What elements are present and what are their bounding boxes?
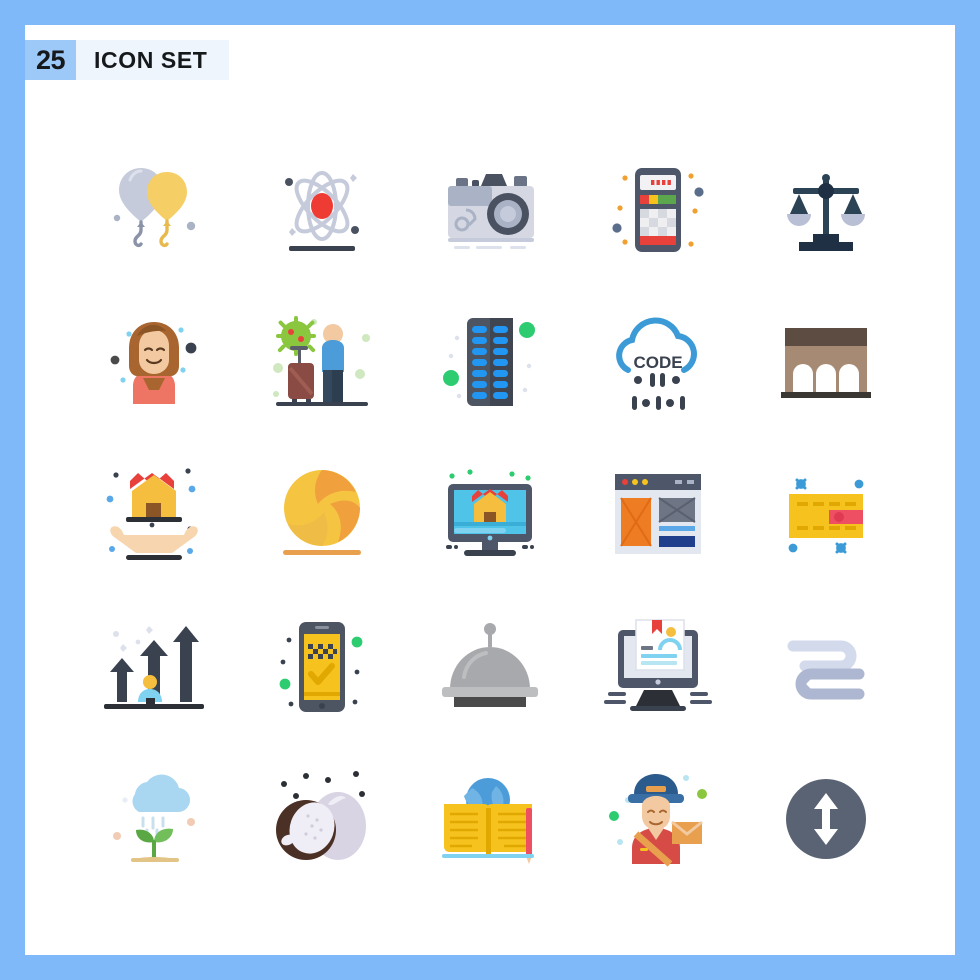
icon-cell-camera[interactable]	[406, 135, 574, 287]
icon-cell-credit-card[interactable]	[742, 439, 910, 591]
icon-count-badge: 25	[25, 40, 76, 80]
title-container: ICON SET	[76, 40, 230, 80]
header: 25 ICON SET	[25, 40, 230, 80]
cloud-code-text: CODE	[633, 353, 682, 372]
icon-cell-atom[interactable]	[238, 135, 406, 287]
icon-cell-woman-avatar[interactable]	[70, 287, 238, 439]
icon-cell-volleyball[interactable]	[238, 439, 406, 591]
icon-cell-calculator[interactable]	[574, 135, 742, 287]
icon-cell-aqueduct-bridge[interactable]	[742, 287, 910, 439]
icon-cell-resize-vertical[interactable]	[742, 743, 910, 895]
icon-cell-justice-scales[interactable]	[742, 135, 910, 287]
icon-grid: CODE	[70, 135, 910, 895]
icon-cell-growth-arrows[interactable]	[70, 591, 238, 743]
icon-cell-web-layout[interactable]	[574, 439, 742, 591]
page-title: ICON SET	[94, 46, 208, 73]
icon-cell-cloud-code[interactable]: CODE	[574, 287, 742, 439]
icon-cell-world-book[interactable]	[406, 743, 574, 895]
icon-cell-rain-seedling[interactable]	[70, 743, 238, 895]
icon-cell-home-insurance[interactable]	[70, 439, 238, 591]
icon-cell-postman[interactable]	[574, 743, 742, 895]
icon-set-canvas: 25 ICON SET CODE	[25, 25, 955, 955]
icon-cell-zigzag-path[interactable]	[742, 591, 910, 743]
icon-cell-coconut[interactable]	[238, 743, 406, 895]
icon-cell-taxi-app[interactable]	[238, 591, 406, 743]
icon-cell-food-cloche[interactable]	[406, 591, 574, 743]
icon-cell-server-rack[interactable]	[406, 287, 574, 439]
icon-cell-balloons[interactable]	[70, 135, 238, 287]
icon-cell-travel-virus[interactable]	[238, 287, 406, 439]
icon-cell-certificate-screen[interactable]	[574, 591, 742, 743]
icon-cell-online-property[interactable]	[406, 439, 574, 591]
